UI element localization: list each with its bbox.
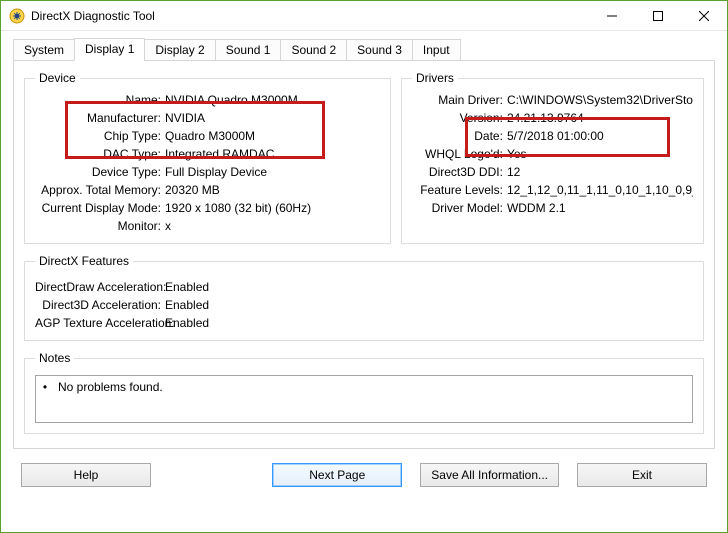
device-monitor-label: Monitor: [35,219,165,233]
driver-whql-value: Yes [507,147,693,161]
device-manufacturer-value: NVIDIA [165,111,380,125]
device-name-value: NVIDIA Quadro M3000M [165,93,380,107]
group-drivers: Drivers Main Driver: C:\WINDOWS\System32… [401,71,704,244]
maximize-button[interactable] [635,1,681,31]
driver-version-label: Version: [412,111,507,125]
dxf-dd-value: Enabled [165,280,693,294]
device-chip-label: Chip Type: [35,129,165,143]
tab-strip: System Display 1 Display 2 Sound 1 Sound… [13,39,715,61]
button-row: Help Next Page Save All Information... E… [1,449,727,501]
driver-date-label: Date: [412,129,507,143]
save-all-button[interactable]: Save All Information... [420,463,559,487]
notes-textbox[interactable]: • No problems found. [35,375,693,423]
group-device-legend: Device [35,71,80,85]
device-dac-label: DAC Type: [35,147,165,161]
tab-system[interactable]: System [13,39,75,61]
app-icon [9,8,25,24]
close-icon [699,11,709,21]
exit-button[interactable]: Exit [577,463,707,487]
tab-sound2[interactable]: Sound 2 [280,39,347,61]
device-type-label: Device Type: [35,165,165,179]
device-mode-label: Current Display Mode: [35,201,165,215]
dxf-d3d-label: Direct3D Acceleration: [35,298,165,312]
device-mode-value: 1920 x 1080 (32 bit) (60Hz) [165,201,380,215]
dxf-dd-label: DirectDraw Acceleration: [35,280,165,294]
dxf-agp-value: Enabled [165,316,693,330]
driver-date-value: 5/7/2018 01:00:00 [507,129,693,143]
window-title: DirectX Diagnostic Tool [31,9,589,23]
group-dxfeatures: DirectX Features DirectDraw Acceleration… [24,254,704,341]
device-dac-value: Integrated RAMDAC [165,147,380,161]
device-memory-value: 20320 MB [165,183,380,197]
close-button[interactable] [681,1,727,31]
tab-sound3[interactable]: Sound 3 [346,39,413,61]
group-notes: Notes • No problems found. [24,351,704,434]
tab-page-display1: Device Name: NVIDIA Quadro M3000M Manufa… [13,61,715,449]
dxf-d3d-value: Enabled [165,298,693,312]
minimize-button[interactable] [589,1,635,31]
driver-features-value: 12_1,12_0,11_1,11_0,10_1,10_0,9_ [507,183,693,197]
group-notes-legend: Notes [35,351,74,365]
driver-main-label: Main Driver: [412,93,507,107]
driver-version-value: 24.21.13.9764 [507,111,693,125]
driver-whql-label: WHQL Logo'd: [412,147,507,161]
driver-ddi-label: Direct3D DDI: [412,165,507,179]
tab-display2[interactable]: Display 2 [144,39,215,61]
device-memory-label: Approx. Total Memory: [35,183,165,197]
tab-input[interactable]: Input [412,39,461,61]
minimize-icon [607,11,617,21]
help-button[interactable]: Help [21,463,151,487]
group-dxfeatures-legend: DirectX Features [35,254,133,268]
maximize-icon [653,11,663,21]
driver-main-value: C:\WINDOWS\System32\DriverStore [507,93,693,107]
driver-ddi-value: 12 [507,165,693,179]
window-controls [589,1,727,31]
title-bar: DirectX Diagnostic Tool [1,1,727,31]
bullet-icon: • [42,380,48,394]
driver-model-value: WDDM 2.1 [507,201,693,215]
notes-text: No problems found. [58,380,163,394]
device-type-value: Full Display Device [165,165,380,179]
group-drivers-legend: Drivers [412,71,458,85]
device-manufacturer-label: Manufacturer: [35,111,165,125]
group-device: Device Name: NVIDIA Quadro M3000M Manufa… [24,71,391,244]
tab-sound1[interactable]: Sound 1 [215,39,282,61]
device-monitor-value: x [165,219,380,233]
next-page-button[interactable]: Next Page [272,463,402,487]
device-name-label: Name: [35,93,165,107]
driver-features-label: Feature Levels: [412,183,507,197]
device-chip-value: Quadro M3000M [165,129,380,143]
driver-model-label: Driver Model: [412,201,507,215]
dxf-agp-label: AGP Texture Acceleration: [35,316,165,330]
tab-display1[interactable]: Display 1 [74,38,145,61]
